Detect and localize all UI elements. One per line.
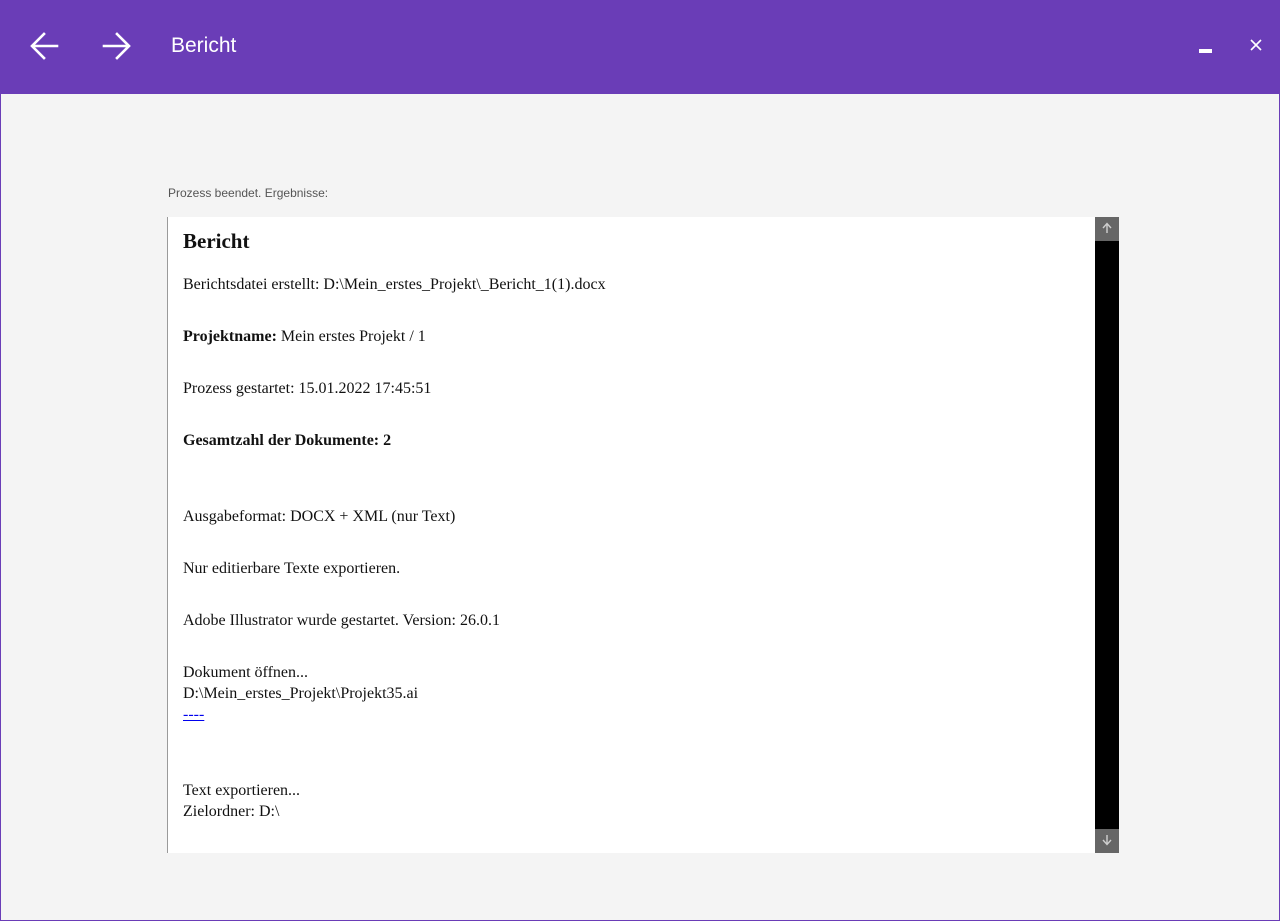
close-button[interactable] bbox=[1241, 30, 1271, 60]
export-block: Text exportieren... Zielordner: D:\ bbox=[183, 780, 1083, 822]
output-format-line: Ausgabeformat: DOCX + XML (nur Text) bbox=[183, 508, 456, 525]
report-file-line: Berichtsdatei erstellt: D:\Mein_erstes_P… bbox=[183, 276, 606, 293]
document-path-line: D:\Mein_erstes_Projekt\Projekt35.ai bbox=[183, 685, 419, 702]
arrow-right-icon bbox=[98, 28, 134, 64]
minimize-button[interactable] bbox=[1191, 30, 1221, 60]
project-name-value: Mein erstes Projekt / 1 bbox=[280, 328, 426, 345]
illustrator-started-line: Adobe Illustrator wurde gestartet. Versi… bbox=[183, 612, 500, 629]
separator-link[interactable]: ---- bbox=[183, 704, 1083, 725]
target-folder-line: Zielordner: D:\ bbox=[183, 803, 280, 820]
arrow-down-icon bbox=[1095, 834, 1119, 846]
project-name-label: Projektname: bbox=[183, 328, 277, 345]
report-window: Bericht Prozess beendet. Ergebnisse: Ber… bbox=[0, 0, 1280, 921]
close-icon bbox=[1241, 30, 1271, 60]
title-bar: Bericht bbox=[1, 0, 1279, 94]
report-content: Bericht Berichtsdatei erstellt: D:\Mein_… bbox=[183, 229, 1083, 853]
process-started-line: Prozess gestartet: 15.01.2022 17:45:51 bbox=[183, 380, 432, 397]
export-text-line: Text exportieren... bbox=[183, 782, 301, 799]
forward-button[interactable] bbox=[98, 28, 134, 64]
window-title: Bericht bbox=[171, 34, 237, 57]
project-name-line: Projektname: Mein erstes Projekt / 1 bbox=[183, 326, 1083, 347]
minimize-icon bbox=[1199, 49, 1212, 53]
arrow-up-icon bbox=[1095, 222, 1119, 234]
open-document-block: Dokument öffnen... D:\Mein_erstes_Projek… bbox=[183, 662, 1083, 725]
vertical-scrollbar[interactable] bbox=[1095, 217, 1119, 853]
total-documents-line: Gesamtzahl der Dokumente: 2 bbox=[183, 432, 392, 449]
back-button[interactable] bbox=[27, 28, 63, 64]
scroll-down-button[interactable] bbox=[1095, 829, 1119, 853]
report-viewer[interactable]: Bericht Berichtsdatei erstellt: D:\Mein_… bbox=[167, 217, 1119, 853]
report-heading: Bericht bbox=[183, 229, 250, 253]
editable-only-line: Nur editierbare Texte exportieren. bbox=[183, 560, 401, 577]
scroll-up-button[interactable] bbox=[1095, 217, 1119, 241]
open-document-line: Dokument öffnen... bbox=[183, 664, 309, 681]
arrow-left-icon bbox=[27, 28, 63, 64]
status-label: Prozess beendet. Ergebnisse: bbox=[168, 186, 329, 200]
